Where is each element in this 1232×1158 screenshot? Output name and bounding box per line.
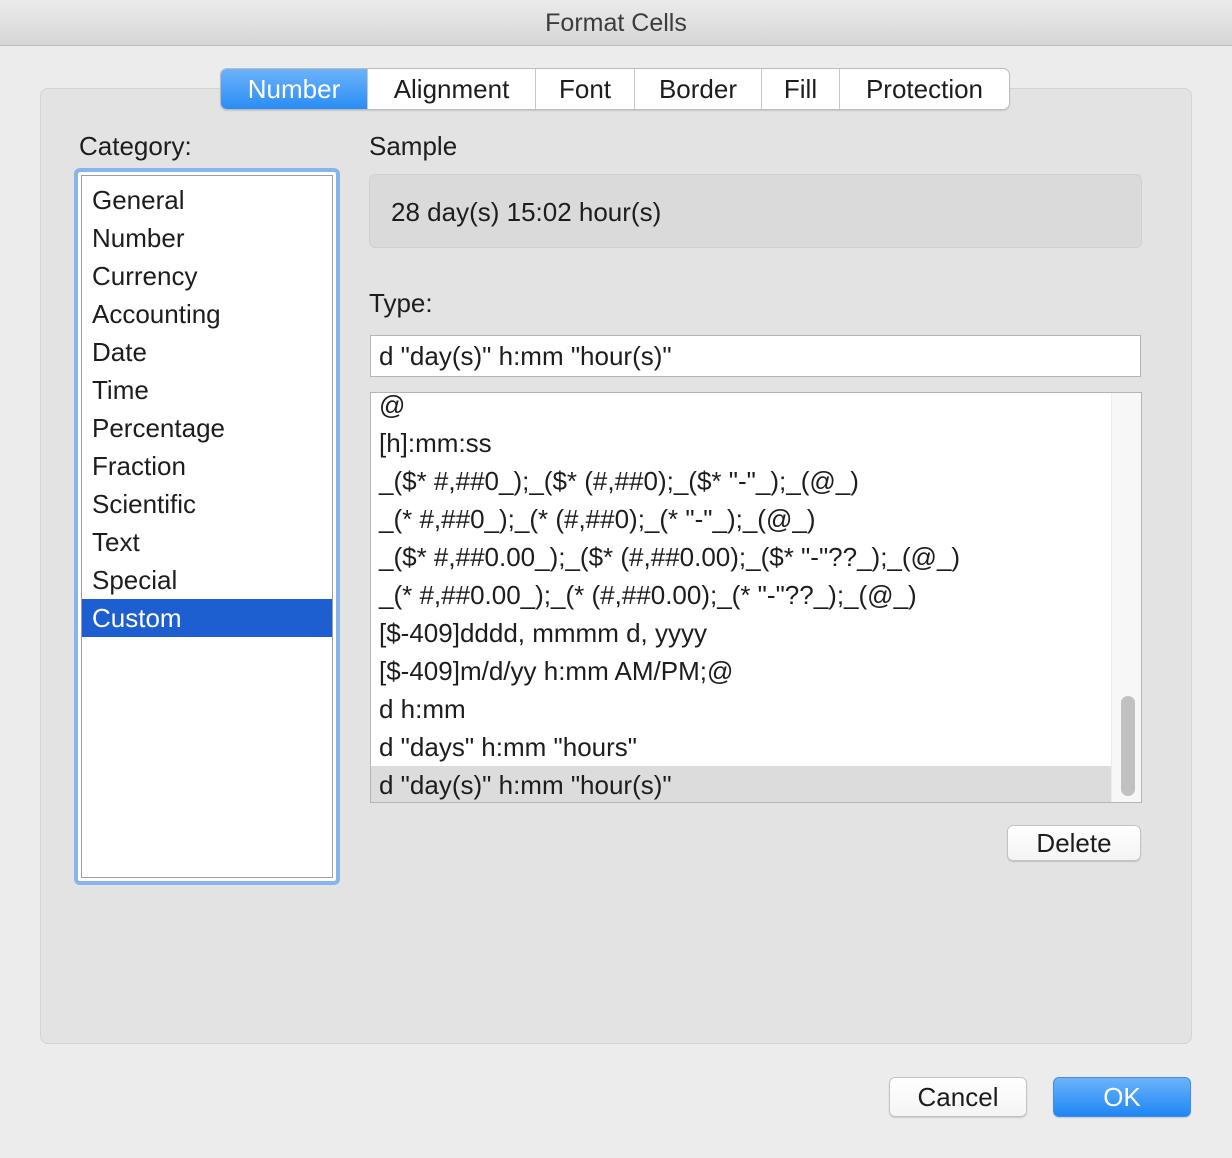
- tab-border[interactable]: Border: [634, 69, 761, 109]
- type-item[interactable]: _($* #,##0.00_);_($* (#,##0.00);_($* "-"…: [371, 538, 1111, 576]
- type-label: Type:: [369, 288, 433, 318]
- ok-button[interactable]: OK: [1053, 1077, 1191, 1117]
- type-item[interactable]: _($* #,##0_);_($* (#,##0);_($* "-"_);_(@…: [371, 462, 1111, 500]
- tab-number[interactable]: Number: [221, 69, 367, 109]
- cancel-button[interactable]: Cancel: [889, 1077, 1027, 1117]
- type-list[interactable]: @ [h]:mm:ss _($* #,##0_);_($* (#,##0);_(…: [370, 392, 1142, 803]
- category-label: Category:: [79, 131, 192, 161]
- type-item[interactable]: @: [371, 393, 1111, 424]
- category-item-currency[interactable]: Currency: [82, 257, 332, 295]
- category-item-number[interactable]: Number: [82, 219, 332, 257]
- category-item-special[interactable]: Special: [82, 561, 332, 599]
- category-item-fraction[interactable]: Fraction: [82, 447, 332, 485]
- scrollbar-thumb[interactable]: [1121, 696, 1135, 796]
- tab-protection[interactable]: Protection: [839, 69, 1009, 109]
- type-input[interactable]: [370, 335, 1141, 377]
- category-item-accounting[interactable]: Accounting: [82, 295, 332, 333]
- type-item[interactable]: d "days" h:mm "hours": [371, 728, 1111, 766]
- category-item-text[interactable]: Text: [82, 523, 332, 561]
- type-item[interactable]: [$-409]dddd, mmmm d, yyyy: [371, 614, 1111, 652]
- category-list[interactable]: General Number Currency Accounting Date …: [74, 168, 340, 885]
- tab-fill[interactable]: Fill: [761, 69, 839, 109]
- type-item[interactable]: [$-409]m/d/yy h:mm AM/PM;@: [371, 652, 1111, 690]
- type-item[interactable]: _(* #,##0_);_(* (#,##0);_(* "-"_);_(@_): [371, 500, 1111, 538]
- sample-label: Sample: [369, 131, 458, 161]
- category-item-custom[interactable]: Custom: [82, 599, 332, 637]
- type-item[interactable]: [h]:mm:ss: [371, 424, 1111, 462]
- tab-alignment[interactable]: Alignment: [367, 69, 535, 109]
- type-item-selected[interactable]: d "day(s)" h:mm "hour(s)": [371, 766, 1111, 802]
- type-item[interactable]: _(* #,##0.00_);_(* (#,##0.00);_(* "-"??_…: [371, 576, 1111, 614]
- category-item-scientific[interactable]: Scientific: [82, 485, 332, 523]
- type-list-scrollbar[interactable]: [1111, 393, 1141, 802]
- category-item-percentage[interactable]: Percentage: [82, 409, 332, 447]
- window-title: Format Cells: [0, 0, 1232, 46]
- tab-font[interactable]: Font: [535, 69, 634, 109]
- tab-bar: Number Alignment Font Border Fill Protec…: [220, 68, 1010, 110]
- category-item-time[interactable]: Time: [82, 371, 332, 409]
- sample-preview: 28 day(s) 15:02 hour(s): [369, 174, 1142, 248]
- category-item-general[interactable]: General: [82, 181, 332, 219]
- type-item[interactable]: d h:mm: [371, 690, 1111, 728]
- category-item-date[interactable]: Date: [82, 333, 332, 371]
- delete-button[interactable]: Delete: [1007, 825, 1141, 861]
- format-cells-dialog: Format Cells Number Alignment Font Borde…: [0, 0, 1232, 1158]
